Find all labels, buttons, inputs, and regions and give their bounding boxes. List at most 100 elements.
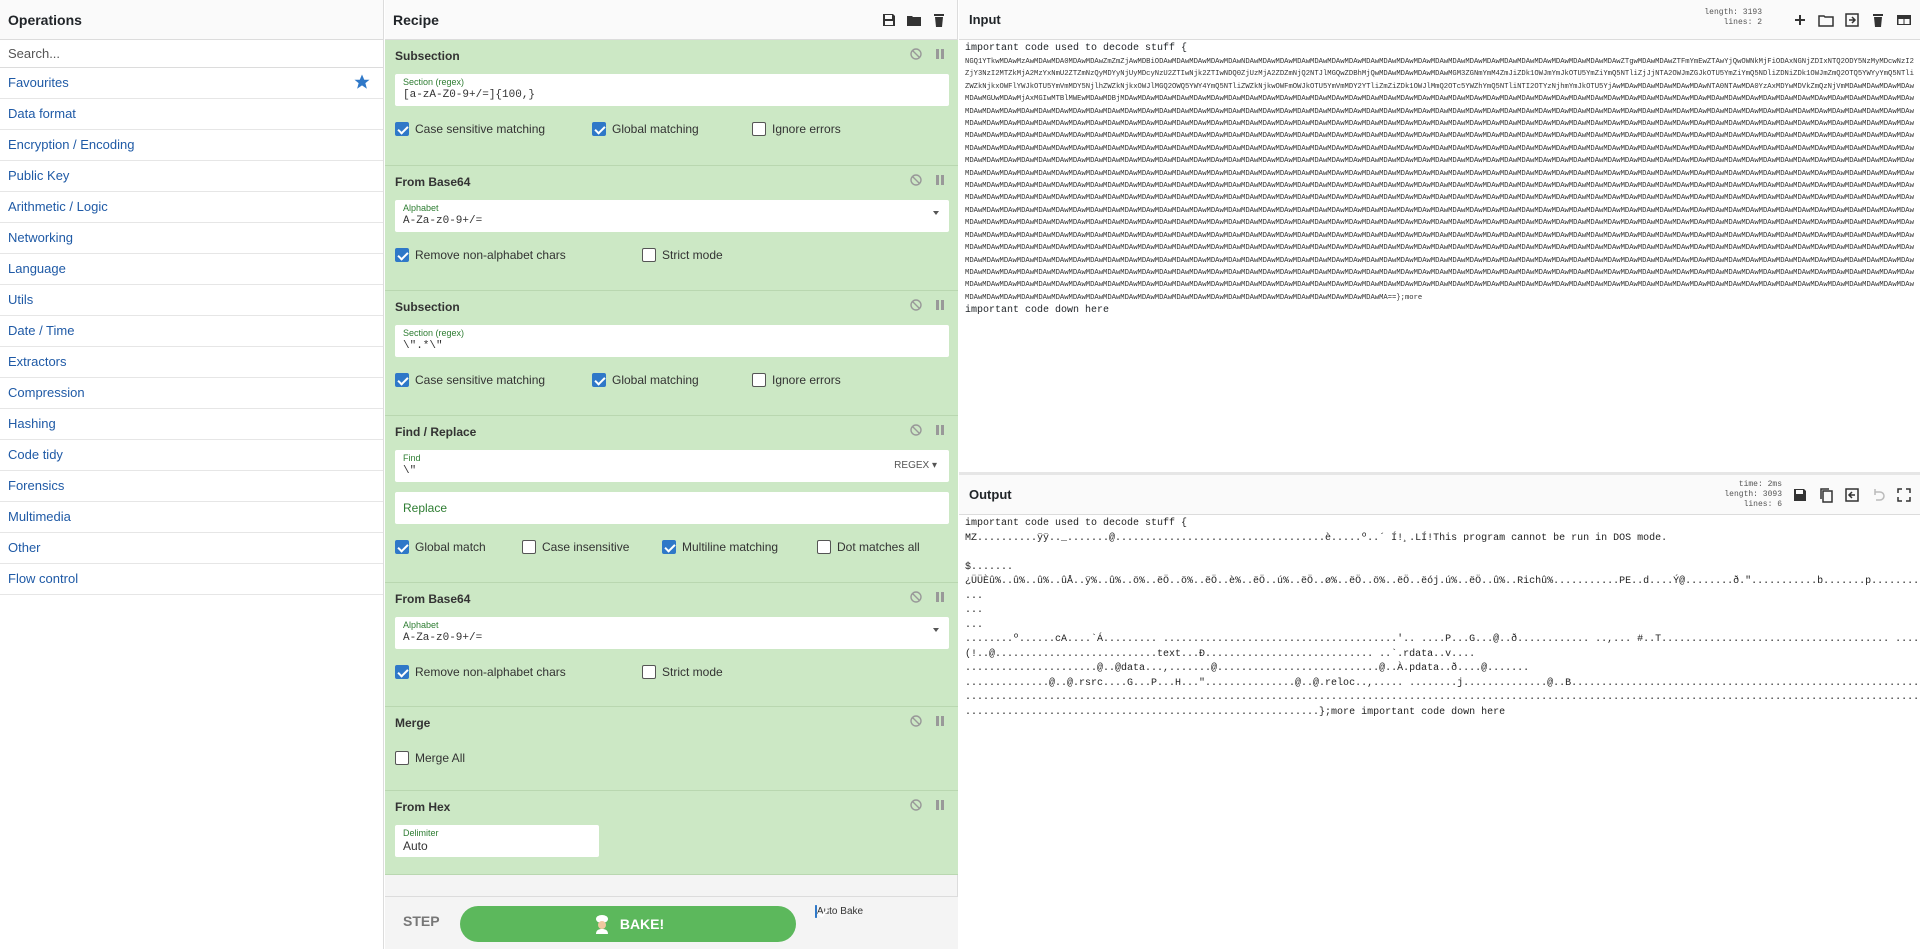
- operations-search-input[interactable]: [8, 46, 368, 61]
- pause-icon[interactable]: [934, 48, 946, 60]
- disable-icon[interactable]: [910, 174, 922, 186]
- checkbox[interactable]: [592, 373, 606, 387]
- auto-bake-toggle[interactable]: Auto Bake: [809, 905, 869, 918]
- load-recipe-icon[interactable]: [906, 12, 922, 28]
- disable-icon[interactable]: [910, 799, 922, 811]
- section-regex-field[interactable]: Section (regex) \".*\": [395, 325, 949, 357]
- pause-icon[interactable]: [934, 715, 946, 727]
- case-sensitive-checkbox[interactable]: Case sensitive matching: [395, 373, 592, 387]
- checkbox[interactable]: [814, 905, 817, 918]
- remove-non-alphabet-checkbox[interactable]: Remove non-alphabet chars: [395, 248, 642, 262]
- recipe-op-from-base64: From Base64 Alphabet A-Za-z0-9+/= Remove…: [385, 583, 958, 707]
- check-label: Case sensitive matching: [415, 122, 546, 136]
- disable-icon[interactable]: [910, 299, 922, 311]
- save-recipe-icon[interactable]: [881, 12, 897, 28]
- disable-icon[interactable]: [910, 715, 922, 727]
- ignore-errors-checkbox[interactable]: Ignore errors: [752, 122, 841, 136]
- replace-input-icon[interactable]: [1844, 487, 1860, 503]
- checkbox[interactable]: [395, 751, 409, 765]
- undo-icon[interactable]: [1870, 487, 1886, 503]
- operations-category[interactable]: Favourites: [0, 68, 383, 99]
- checkbox[interactable]: [752, 373, 766, 387]
- open-folder-icon[interactable]: [1818, 12, 1834, 28]
- step-button[interactable]: STEP: [403, 913, 440, 929]
- global-matching-checkbox[interactable]: Global matching: [592, 373, 752, 387]
- alphabet-select[interactable]: Alphabet A-Za-z0-9+/=: [395, 617, 949, 649]
- operations-category[interactable]: Code tidy: [0, 440, 383, 471]
- case-insensitive-checkbox[interactable]: Case insensitive: [522, 540, 662, 554]
- operations-category[interactable]: Arithmetic / Logic: [0, 192, 383, 223]
- checkbox[interactable]: [817, 540, 831, 554]
- replace-field[interactable]: Replace: [395, 492, 949, 524]
- clear-recipe-icon[interactable]: [931, 12, 947, 28]
- multiline-matching-checkbox[interactable]: Multiline matching: [662, 540, 817, 554]
- checkbox[interactable]: [642, 248, 656, 262]
- section-regex-field[interactable]: Section (regex) [a-zA-Z0-9+/=]{100,}: [395, 74, 949, 106]
- operations-category[interactable]: Public Key: [0, 161, 383, 192]
- operations-category[interactable]: Extractors: [0, 347, 383, 378]
- checkbox[interactable]: [752, 122, 766, 136]
- clear-input-icon[interactable]: [1870, 12, 1886, 28]
- checkbox[interactable]: [592, 122, 606, 136]
- operations-title: Operations: [0, 0, 383, 40]
- checkbox[interactable]: [395, 373, 409, 387]
- checkbox[interactable]: [395, 540, 409, 554]
- output-textarea[interactable]: important code used to decode stuff { MZ…: [959, 515, 1920, 949]
- output-title: Output: [969, 487, 1012, 502]
- operations-category[interactable]: Compression: [0, 378, 383, 409]
- find-field[interactable]: Find \" REGEX ▾: [395, 450, 949, 482]
- pause-icon[interactable]: [934, 799, 946, 811]
- regex-dropdown[interactable]: REGEX ▾: [894, 460, 937, 471]
- checkbox[interactable]: [522, 540, 536, 554]
- checkbox[interactable]: [662, 540, 676, 554]
- input-line: important code down here: [965, 305, 1110, 317]
- chevron-down-icon: [933, 211, 939, 215]
- alphabet-select[interactable]: Alphabet A-Za-z0-9+/=: [395, 200, 949, 232]
- operations-category[interactable]: Hashing: [0, 409, 383, 440]
- operations-category[interactable]: Date / Time: [0, 316, 383, 347]
- save-output-icon[interactable]: [1792, 487, 1808, 503]
- maximize-icon[interactable]: [1896, 487, 1912, 503]
- operations-category[interactable]: Networking: [0, 223, 383, 254]
- disable-icon[interactable]: [910, 48, 922, 60]
- field-label: Section (regex): [403, 328, 465, 338]
- pause-icon[interactable]: [934, 424, 946, 436]
- disable-icon[interactable]: [910, 591, 922, 603]
- checkbox[interactable]: [642, 665, 656, 679]
- strict-mode-checkbox[interactable]: Strict mode: [642, 248, 723, 262]
- pause-icon[interactable]: [934, 174, 946, 186]
- case-sensitive-checkbox[interactable]: Case sensitive matching: [395, 122, 592, 136]
- layout-icon[interactable]: [1896, 12, 1912, 28]
- copy-output-icon[interactable]: [1818, 487, 1834, 503]
- operations-category[interactable]: Flow control: [0, 564, 383, 595]
- global-match-checkbox[interactable]: Global match: [395, 540, 522, 554]
- global-matching-checkbox[interactable]: Global matching: [592, 122, 752, 136]
- input-textarea[interactable]: important code used to decode stuff { NG…: [959, 40, 1920, 472]
- disable-icon[interactable]: [910, 424, 922, 436]
- delimiter-select[interactable]: Delimiter Auto: [395, 825, 599, 857]
- bake-button[interactable]: BAKE!: [460, 906, 796, 942]
- strict-mode-checkbox[interactable]: Strict mode: [642, 665, 723, 679]
- operations-category[interactable]: Multimedia: [0, 502, 383, 533]
- check-label: Remove non-alphabet chars: [415, 665, 566, 679]
- remove-non-alphabet-checkbox[interactable]: Remove non-alphabet chars: [395, 665, 642, 679]
- operations-category[interactable]: Other: [0, 533, 383, 564]
- ignore-errors-checkbox[interactable]: Ignore errors: [752, 373, 841, 387]
- pause-icon[interactable]: [934, 299, 946, 311]
- operations-category[interactable]: Utils: [0, 285, 383, 316]
- merge-all-checkbox[interactable]: Merge All: [395, 751, 465, 765]
- category-label: Multimedia: [8, 509, 71, 524]
- operations-category[interactable]: Encryption / Encoding: [0, 130, 383, 161]
- checkbox[interactable]: [395, 248, 409, 262]
- operations-category[interactable]: Language: [0, 254, 383, 285]
- checkbox[interactable]: [395, 665, 409, 679]
- checkbox[interactable]: [395, 122, 409, 136]
- open-file-icon[interactable]: [1844, 12, 1860, 28]
- add-tab-icon[interactable]: [1792, 12, 1808, 28]
- pause-icon[interactable]: [934, 591, 946, 603]
- dot-matches-all-checkbox[interactable]: Dot matches all: [817, 540, 920, 554]
- field-value: A-Za-z0-9+/=: [403, 632, 483, 644]
- operations-category[interactable]: Forensics: [0, 471, 383, 502]
- operations-category[interactable]: Data format: [0, 99, 383, 130]
- input-line: important code used to decode stuff {: [965, 43, 1188, 54]
